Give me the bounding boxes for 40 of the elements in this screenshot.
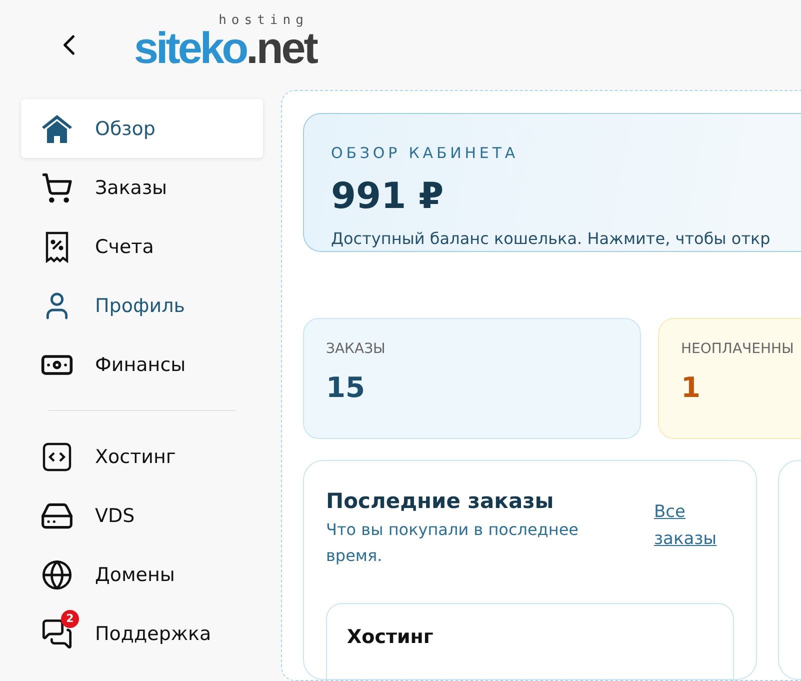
sidebar-item[interactable]: Хостинг (21, 427, 263, 486)
sidebar-item[interactable]: Финансы (21, 335, 263, 394)
stat-label: НЕОПЛАЧЕННЫ (681, 341, 795, 357)
sidebar-item-label: Профиль (95, 294, 185, 316)
balance-amount: 991 ₽ (331, 176, 445, 217)
order-name: Хостинг (347, 626, 434, 648)
card-title: Последние заказы (326, 489, 555, 513)
sidebar-item[interactable]: Обзор (21, 99, 263, 158)
logo-brand: siteko (134, 27, 246, 71)
code-icon (42, 442, 72, 472)
sidebar-item[interactable]: Домены (21, 545, 263, 604)
order-card[interactable]: Хостинг (326, 603, 734, 681)
all-orders-link[interactable]: Все заказы (654, 499, 734, 569)
home-icon (40, 112, 74, 144)
receipt-percent-icon (44, 230, 70, 262)
logo-domain: .net (246, 27, 316, 71)
stat-value: 1 (681, 371, 702, 404)
globe-icon (41, 558, 73, 590)
logo-tagline: hosting (218, 13, 308, 28)
stat-value: 15 (326, 371, 366, 404)
cart-icon (41, 172, 73, 204)
sidebar-item-label: Заказы (95, 176, 168, 198)
balance-description: Доступный баланс кошелька. Нажмите, чтобы откр (331, 229, 772, 248)
card-eyebrow: ОБЗОР КАБИНЕТА (331, 144, 520, 162)
sidebar-item[interactable]: VDS (21, 486, 263, 545)
sidebar-item-label: Поддержка (95, 622, 212, 644)
sidebar-item-label: Финансы (95, 354, 186, 376)
sidebar-item-label: Хостинг (95, 446, 176, 468)
sidebar-item-label: Домены (95, 564, 175, 586)
sidebar-item[interactable]: Счета (21, 217, 263, 276)
sidebar-item-label: Обзор (95, 118, 156, 140)
stat-label: ЗАКАЗЫ (326, 341, 386, 357)
sidebar-item-label: VDS (95, 504, 135, 526)
sidebar-item-label: Счета (95, 236, 154, 258)
balance-card[interactable]: ОБЗОР КАБИНЕТА 991 ₽ Доступный баланс кошелька. Нажмите, чтобы откр (303, 113, 801, 252)
sidebar-item[interactable]: Заказы (21, 158, 263, 217)
notification-badge: 2 (61, 610, 79, 628)
card-subtitle: Что вы покупали в последнее время. (326, 519, 580, 567)
sidebar-item[interactable]: 2 Поддержка (21, 604, 263, 663)
sidebar-item[interactable]: Профиль (21, 276, 263, 335)
